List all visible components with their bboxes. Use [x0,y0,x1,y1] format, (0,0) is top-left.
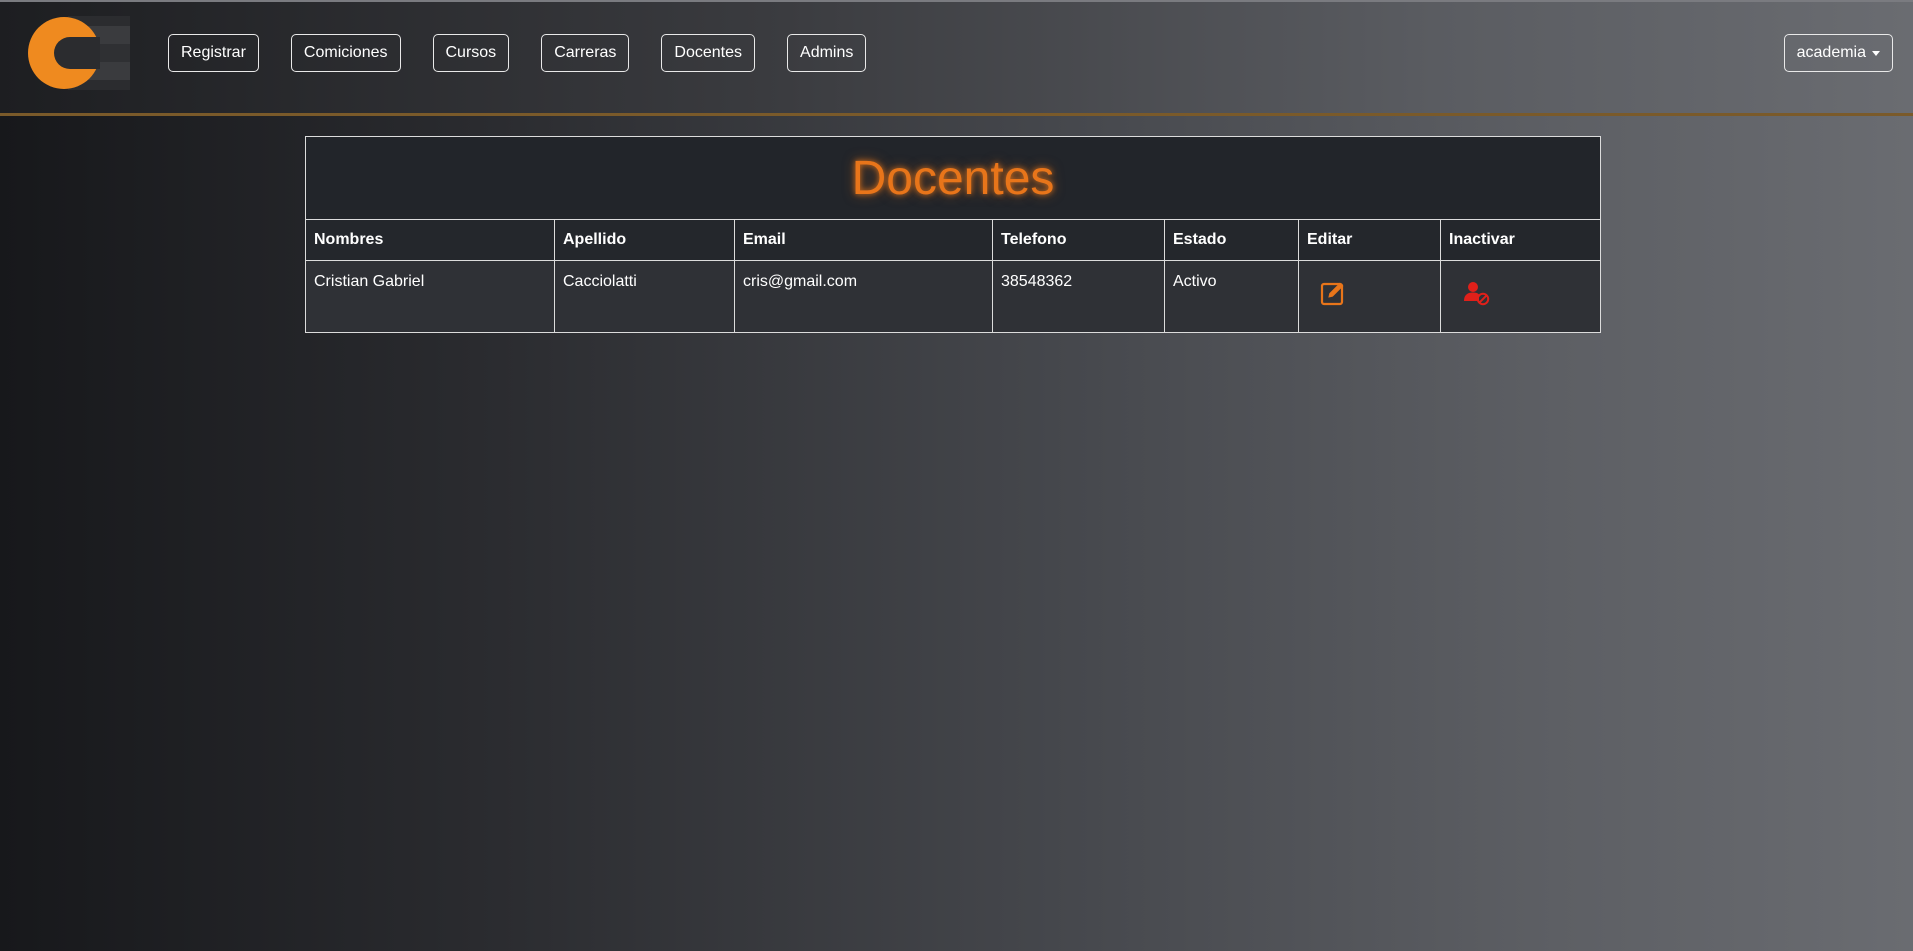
cell-inactivar [1440,260,1601,333]
caret-down-icon [1872,50,1880,56]
column-header-inactivar: Inactivar [1440,219,1601,261]
nav-carreras-button[interactable]: Carreras [541,34,630,72]
column-header-estado: Estado [1164,219,1299,261]
page-title: Docentes [851,151,1055,205]
column-header-telefono: Telefono [992,219,1165,261]
column-header-apellido: Apellido [554,219,735,261]
cell-estado: Activo [1164,260,1299,333]
brand-logo[interactable] [28,16,130,90]
nav-registrar-button[interactable]: Registrar [168,34,259,72]
cell-apellido: Cacciolatti [554,260,735,333]
column-header-nombres: Nombres [305,219,555,261]
nav-comiciones-button[interactable]: Comiciones [290,34,401,72]
nav-docentes-button[interactable]: Docentes [661,34,756,72]
user-menu-dropdown[interactable]: academia [1783,34,1893,72]
table-title-cell: Docentes [305,136,1601,220]
docentes-table-container: Docentes Nombres Apellido Email Telefono… [305,136,1601,333]
nav-cursos-button[interactable]: Cursos [432,34,510,72]
cell-nombres: Cristian Gabriel [305,260,555,333]
nav-admins-button[interactable]: Admins [787,34,867,72]
nav-links: Registrar Comiciones Cursos Carreras Doc… [168,34,867,72]
user-block-icon[interactable] [1461,279,1491,312]
column-header-email: Email [734,219,993,261]
table-row: Cristian Gabriel Cacciolatti cris@gmail.… [305,260,1601,333]
column-header-editar: Editar [1298,219,1441,261]
edit-icon[interactable] [1319,279,1347,312]
user-menu-label: academia [1796,44,1866,61]
navbar: Registrar Comiciones Cursos Carreras Doc… [0,0,1913,116]
cell-email: cris@gmail.com [734,260,993,333]
table-header-row: Nombres Apellido Email Telefono Estado E… [305,219,1601,261]
docentes-table: Docentes Nombres Apellido Email Telefono… [305,136,1601,333]
cell-editar [1298,260,1441,333]
cell-telefono: 38548362 [992,260,1165,333]
